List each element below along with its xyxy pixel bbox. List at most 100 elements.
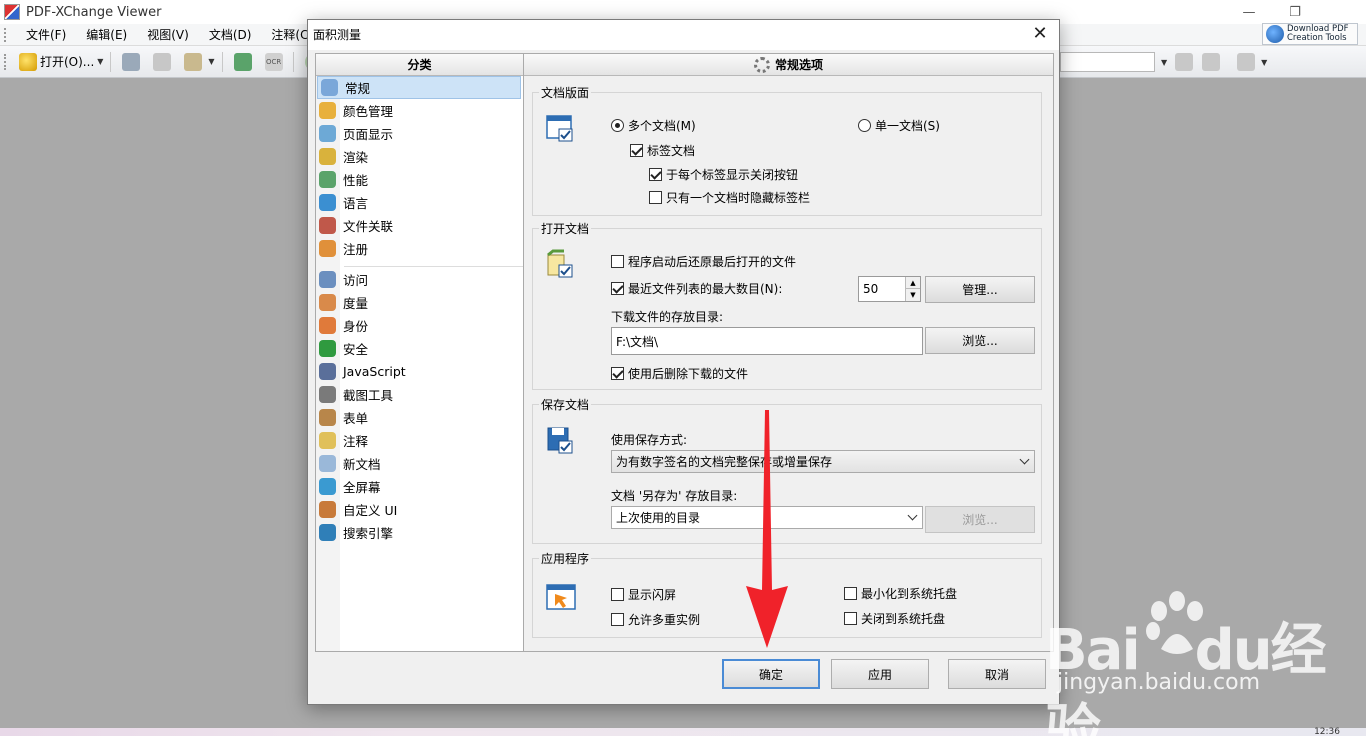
category-item-label: 搜索引擎 [343,526,394,541]
checkbox-indicator [844,587,857,600]
checkbox-indicator [611,367,624,380]
dialog-titlebar: 面积测量 ✕ [308,20,1059,50]
restore-window-button[interactable]: ❐ [1272,0,1318,24]
category-item-measure[interactable]: 度量 [316,291,523,314]
scan-button[interactable]: ▼ [181,50,217,74]
scan-icon [184,52,203,71]
ocr-button[interactable]: OCR [262,50,289,74]
category-item-comments[interactable]: 注释 [316,429,523,452]
spinner-down-icon[interactable]: ▼ [906,289,920,301]
minimize-to-tray-checkbox[interactable]: 最小化到系统托盘 [844,585,957,602]
performance-icon [319,171,336,188]
multiple-instances-checkbox[interactable]: 允许多重实例 [611,611,700,628]
tabbed-documents-checkbox[interactable]: 标签文档 [630,142,695,159]
tool-icon[interactable] [1237,53,1256,71]
category-item-label: 全屏幕 [343,480,381,495]
ok-button[interactable]: 确定 [722,659,820,689]
radio-indicator [858,119,871,132]
category-item-security[interactable]: 安全 [316,337,523,360]
manage-button[interactable]: 管理... [925,276,1035,303]
render-icon [319,148,336,165]
category-item-register[interactable]: 注册 [316,237,523,260]
category-item-customize-ui[interactable]: 自定义 UI [316,498,523,521]
open-folder-icon [19,52,37,71]
category-item-language[interactable]: 语言 [316,191,523,214]
delete-after-use-checkbox[interactable]: 使用后删除下载的文件 [611,365,748,382]
checkbox-indicator [611,282,624,295]
checkbox-indicator [611,613,624,626]
category-item-render[interactable]: 渲染 [316,145,523,168]
category-item-fullscreen[interactable]: 全屏幕 [316,475,523,498]
category-item-page-display[interactable]: 页面显示 [316,122,523,145]
save-button[interactable] [119,50,146,74]
browse-save-as-dir-button[interactable]: 浏览... [925,506,1035,533]
print-button[interactable] [150,50,177,74]
register-icon [319,240,336,257]
category-item-label: 访问 [343,273,369,288]
spinner-up-icon[interactable]: ▲ [906,277,920,289]
group-title: 保存文档 [539,396,592,413]
category-item-label: 页面显示 [343,127,394,142]
category-item-label: 截图工具 [343,388,394,403]
category-item-new-document[interactable]: 新文档 [316,452,523,475]
radio-label: 单一文档(S) [875,119,940,133]
zoom-input[interactable] [1060,52,1155,72]
category-item-label: 常规 [345,81,371,96]
export-button[interactable] [231,50,258,74]
checkbox-label: 标签文档 [647,144,696,158]
checkbox-indicator [611,255,624,268]
cancel-button[interactable]: 取消 [948,659,1046,689]
save-method-label: 使用保存方式: [611,433,688,447]
chevron-down-icon[interactable]: ▼ [1261,58,1267,67]
ocr-icon: OCR [264,52,283,71]
checkbox-indicator [649,191,662,204]
hide-tab-bar-checkbox[interactable]: 只有一个文档时隐藏标签栏 [649,189,810,206]
options-header-label: 常规选项 [774,58,823,72]
max-recent-files-spinner[interactable]: 50 ▲ ▼ [858,276,921,302]
category-item-file-association[interactable]: 文件关联 [316,214,523,237]
toolbar-right: ▼ ▼ [1060,50,1267,74]
browse-download-dir-button[interactable]: 浏览... [925,327,1035,354]
single-document-radio[interactable]: 单一文档(S) [858,117,940,134]
group-title: 文档版面 [539,84,592,101]
category-item-label: 注册 [343,242,369,257]
app-title: PDF-XChange Viewer [26,4,162,20]
show-close-button-checkbox[interactable]: 于每个标签显示关闭按钮 [649,166,798,183]
category-item-general[interactable]: 常规 [317,76,521,99]
show-splash-checkbox[interactable]: 显示闪屏 [611,586,676,603]
category-item-forms[interactable]: 表单 [316,406,523,429]
close-to-tray-checkbox[interactable]: 关闭到系统托盘 [844,610,945,627]
category-item-access[interactable]: 访问 [316,268,523,291]
dialog-close-button[interactable]: ✕ [1027,22,1053,48]
category-item-identity[interactable]: 身份 [316,314,523,337]
spinner-arrows: ▲ ▼ [905,277,920,301]
tool-icon[interactable] [1202,53,1221,71]
open-button[interactable]: 打开(O)... ▼ [16,50,106,74]
restore-last-files-checkbox[interactable]: 程序启动后还原最后打开的文件 [611,253,796,270]
minimize-window-button[interactable]: — [1226,0,1272,24]
category-list: 常规颜色管理页面显示渲染 性能 语言 文件关联注册 访问度量 身份 安全 JavaScrip… [316,76,523,651]
category-item-search-engine[interactable]: 搜索引擎 [316,521,523,544]
tool-icon[interactable] [1175,53,1194,71]
chevron-down-icon[interactable]: ▼ [1161,58,1167,67]
category-item-javascript[interactable]: JavaScript [316,360,523,383]
group-document-layout: 文档版面 多个文档(M) 单一文档(S) 标签文档 于每个标签显示关闭按钮 只有… [532,84,1042,216]
menu-view[interactable]: 视图(V) [137,24,199,46]
page-display-icon [319,125,336,142]
search-engine-icon [319,524,336,541]
category-item-color-management[interactable]: 颜色管理 [316,99,523,122]
max-recent-files-checkbox[interactable]: 最近文件列表的最大数目(N): [611,280,782,297]
save-method-dropdown[interactable]: 为有数字签名的文档完整保存或增量保存 [611,450,1035,473]
apply-button[interactable]: 应用 [831,659,929,689]
download-dir-field[interactable]: F:\文档\ [611,327,923,355]
download-pdf-creation-tools-button[interactable]: Download PDF Creation Tools [1262,23,1358,45]
category-item-performance[interactable]: 性能 [316,168,523,191]
red-arrow-annotation [746,410,788,648]
menu-edit[interactable]: 编辑(E) [76,24,137,46]
menu-file[interactable]: 文件(F) [16,24,76,46]
category-item-snapshot[interactable]: 截图工具 [316,383,523,406]
menu-document[interactable]: 文档(D) [199,24,262,46]
globe-icon [1266,25,1284,43]
identity-icon [319,317,336,334]
multiple-documents-radio[interactable]: 多个文档(M) [611,117,696,134]
